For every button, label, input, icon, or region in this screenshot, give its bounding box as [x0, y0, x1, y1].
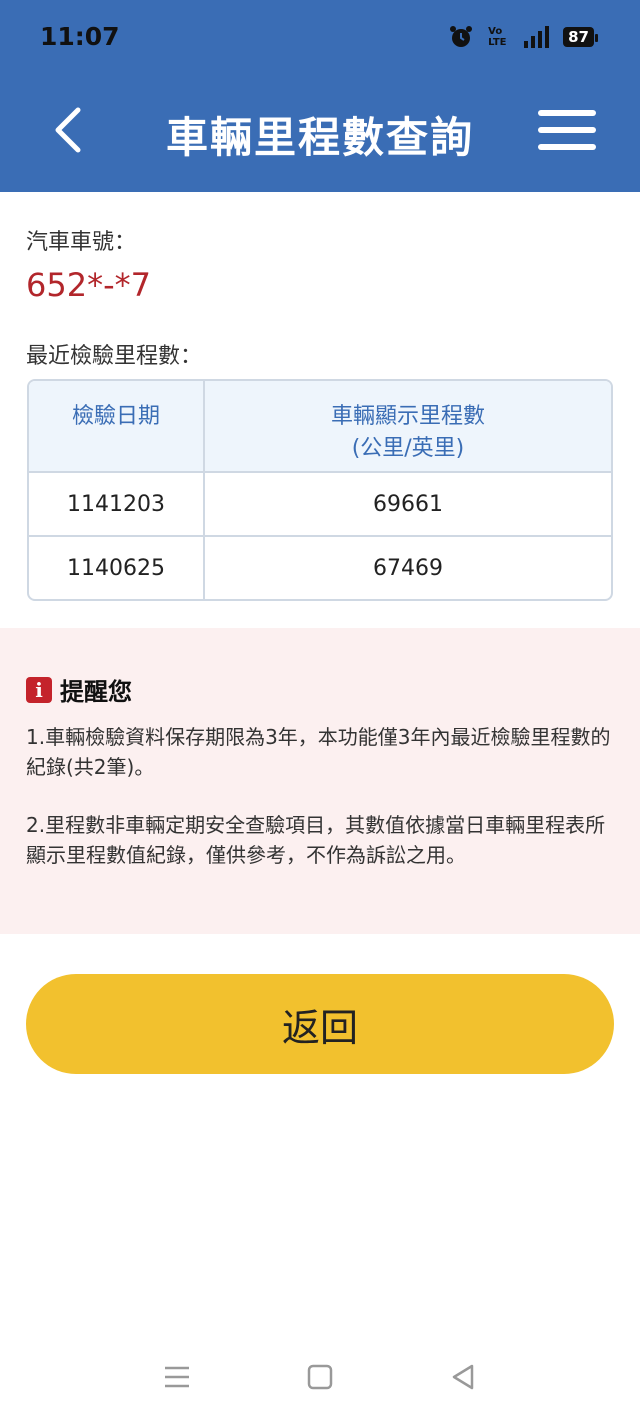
cell-mileage: 69661: [373, 491, 443, 517]
table-header-row: 檢驗日期 車輛顯示里程數 (公里/英里): [29, 381, 611, 471]
status-time: 11:07: [40, 22, 120, 51]
notice-panel: i 提醒您 1.車輛檢驗資料保存期限為3年，本功能僅3年內最近檢驗里程數的紀錄(…: [0, 628, 640, 934]
plate-label: 汽車車號：: [26, 230, 137, 255]
mileage-section-label: 最近檢驗里程數：: [26, 344, 203, 369]
system-nav-bar: [0, 1350, 640, 1406]
back-nav-icon[interactable]: [446, 1360, 480, 1394]
mileage-table: 檢驗日期 車輛顯示里程數 (公里/英里) 1141203 69661 11406…: [27, 379, 613, 601]
app-header: 11:07 Vo LTE 87 車輛里程數查詢: [0, 0, 640, 192]
volte-icon: Vo LTE: [488, 26, 507, 48]
plate-number: 652*-*7: [26, 266, 151, 304]
notice-title: 提醒您: [60, 678, 132, 706]
signal-icon: [524, 26, 550, 48]
status-bar: 11:07 Vo LTE 87: [0, 0, 640, 72]
status-icons: Vo LTE 87: [448, 24, 598, 50]
cell-date: 1141203: [29, 473, 205, 535]
cell-mileage: 67469: [373, 555, 443, 581]
table-row: 1140625 67469: [29, 535, 611, 599]
column-header-date: 檢驗日期: [29, 381, 205, 471]
home-icon[interactable]: [303, 1360, 337, 1394]
table-row: 1141203 69661: [29, 471, 611, 535]
notice-item-1: 1.車輛檢驗資料保存期限為3年，本功能僅3年內最近檢驗里程數的紀錄(共2筆)。: [26, 725, 611, 779]
notice-item-2: 2.里程數非車輛定期安全查驗項目，其數值依據當日車輛里程表所顯示里程數值紀錄，僅…: [26, 813, 606, 867]
return-button[interactable]: 返回: [26, 974, 614, 1074]
recent-apps-icon[interactable]: [160, 1360, 194, 1394]
notice-heading: i 提醒您: [26, 672, 132, 707]
cell-date: 1140625: [29, 537, 205, 599]
alarm-icon: [450, 26, 473, 47]
hamburger-menu-icon[interactable]: [538, 108, 596, 152]
battery-icon: 87: [563, 27, 598, 47]
column-header-mileage: 車輛顯示里程數 (公里/英里): [330, 404, 485, 461]
info-icon: i: [26, 676, 52, 703]
nav-bar: 車輛里程數查詢: [0, 90, 640, 174]
